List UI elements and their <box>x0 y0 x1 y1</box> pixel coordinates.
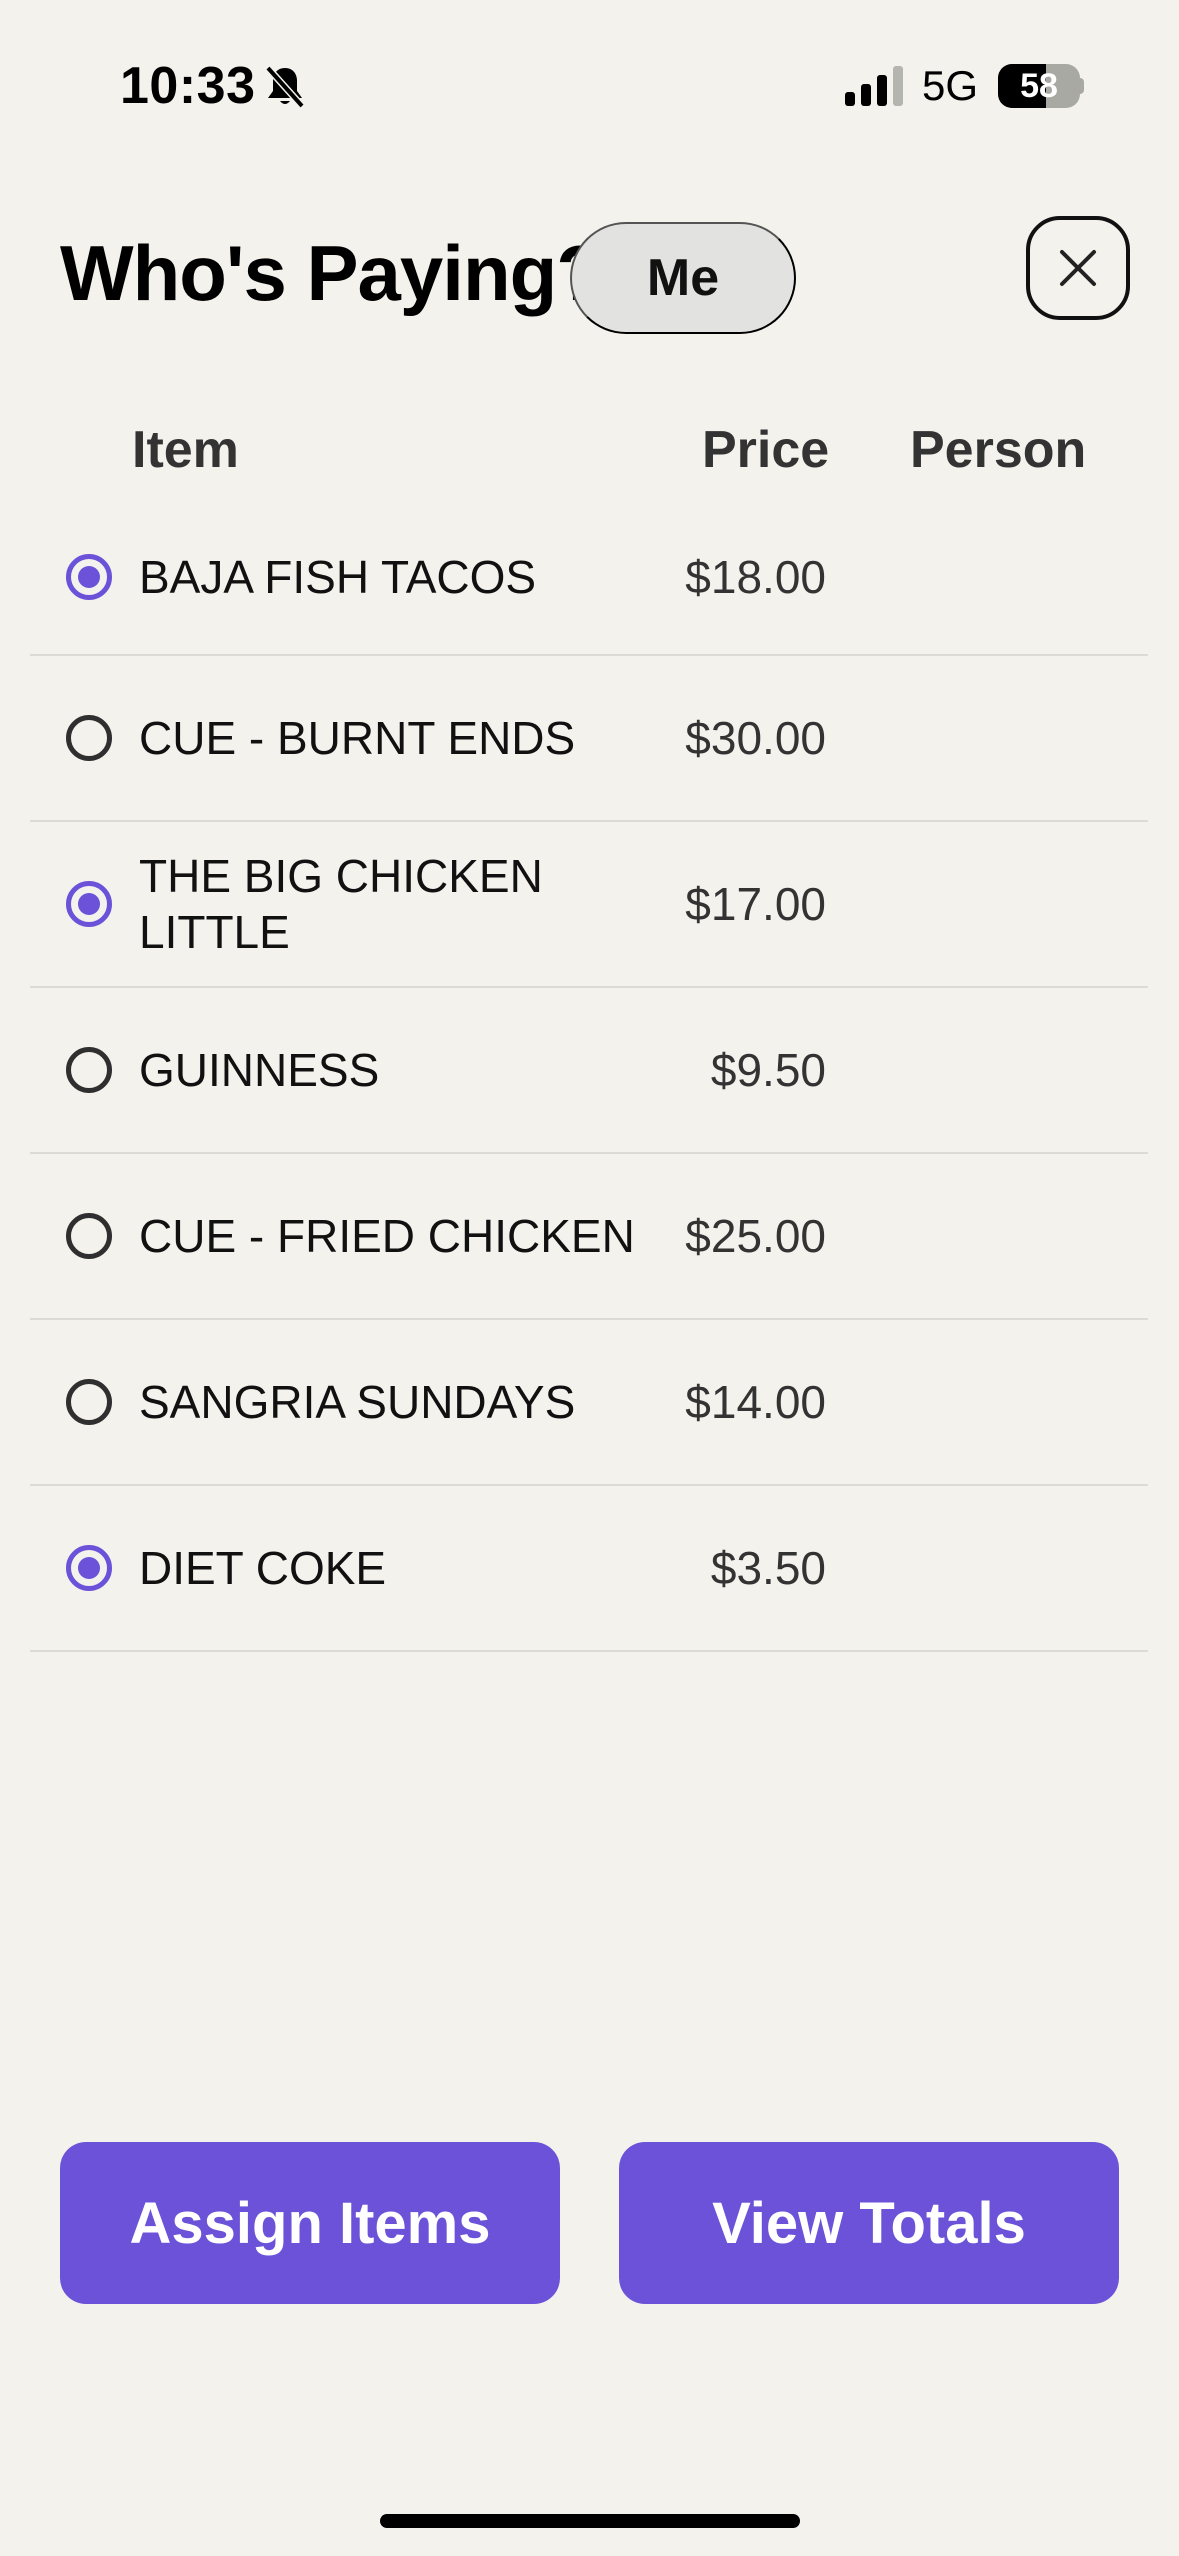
item-row[interactable]: CUE - BURNT ENDS $30.00 <box>30 656 1148 822</box>
status-time: 10:33 <box>120 57 256 115</box>
column-header-price: Price <box>702 421 830 479</box>
battery-nub <box>1078 78 1084 94</box>
item-row[interactable]: CUE - FRIED CHICKEN $25.00 <box>30 1154 1148 1320</box>
radio-button[interactable] <box>66 881 112 927</box>
radio-button[interactable] <box>66 1379 112 1425</box>
item-price: $9.50 <box>710 1044 826 1096</box>
item-name: CUE - BURNT ENDS <box>139 712 576 764</box>
view-totals-button[interactable]: View Totals <box>619 2142 1119 2304</box>
item-price: $3.50 <box>710 1542 826 1594</box>
close-button[interactable] <box>1026 216 1130 320</box>
cellular-signal-icon <box>845 66 903 106</box>
assign-items-button[interactable]: Assign Items <box>60 2142 560 2304</box>
radio-button[interactable] <box>66 715 112 761</box>
item-price: $30.00 <box>685 712 826 764</box>
page-title: Who's Paying? <box>60 229 604 317</box>
close-icon <box>1060 250 1096 286</box>
item-row[interactable]: GUINNESS $9.50 <box>30 988 1148 1154</box>
item-price: $25.00 <box>685 1210 826 1262</box>
items-list: BAJA FISH TACOS $18.00 CUE - BURNT ENDS … <box>0 500 1179 1652</box>
item-name: GUINNESS <box>139 1044 380 1096</box>
column-header-item: Item <box>132 421 239 479</box>
battery-percent: 58 <box>1020 66 1058 105</box>
radio-button[interactable] <box>66 1213 112 1259</box>
radio-button[interactable] <box>66 1545 112 1591</box>
battery-icon: 58 <box>998 64 1080 108</box>
radio-button[interactable] <box>66 1047 112 1093</box>
item-name: CUE - FRIED CHICKEN <box>139 1210 635 1262</box>
bell-slash-icon <box>265 65 305 109</box>
status-bar: 10:33 5G 58 <box>0 0 1179 170</box>
item-name: SANGRIA SUNDAYS <box>139 1376 576 1428</box>
item-row[interactable]: SANGRIA SUNDAYS $14.00 <box>30 1320 1148 1486</box>
column-header-person: Person <box>910 421 1087 479</box>
home-indicator[interactable] <box>380 2514 800 2528</box>
item-row[interactable]: THE BIG CHICKEN LITTLE $17.00 <box>30 822 1148 988</box>
item-price: $18.00 <box>685 551 826 603</box>
radio-button[interactable] <box>66 554 112 600</box>
item-row[interactable]: DIET COKE $3.50 <box>30 1486 1148 1652</box>
split-bill-screen: 10:33 5G 58 Who's Paying? Me Item Price … <box>0 0 1179 2556</box>
payer-selector[interactable]: Me <box>570 222 796 334</box>
table-header: Item Price Person <box>0 420 1179 500</box>
item-price: $17.00 <box>685 878 826 930</box>
item-name: DIET COKE <box>139 1542 387 1594</box>
item-row[interactable]: BAJA FISH TACOS $18.00 <box>30 500 1148 656</box>
item-price: $14.00 <box>685 1376 826 1428</box>
network-type: 5G <box>922 62 979 109</box>
item-name: THE BIG CHICKEN LITTLE <box>139 850 543 958</box>
item-name: BAJA FISH TACOS <box>139 551 537 603</box>
